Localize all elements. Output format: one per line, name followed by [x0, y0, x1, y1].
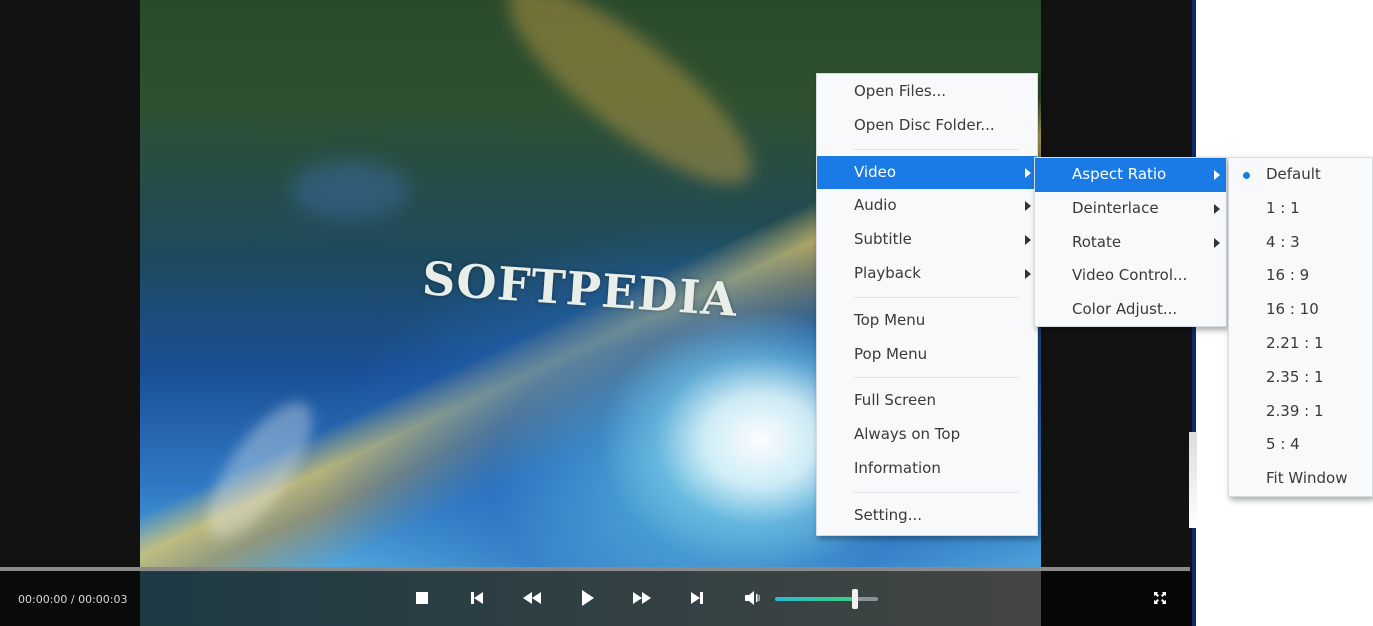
menu-item-label: Video — [854, 162, 897, 181]
menu-item-label: Open Files... — [854, 82, 947, 100]
menu-item-label: Aspect Ratio — [1072, 165, 1167, 183]
menu-item-label: Open Disc Folder... — [854, 115, 995, 134]
submenu-arrow-icon — [1025, 201, 1031, 212]
menu-item-label: Color Adjust... — [1072, 300, 1178, 319]
stop-button[interactable] — [411, 587, 433, 609]
volume-slider-thumb[interactable] — [852, 589, 859, 609]
fast-forward-button[interactable] — [631, 587, 653, 609]
menu-item-aspect-2-35-1[interactable]: 2.35 : 1 — [1229, 361, 1372, 395]
menu-item-label: Fit Window — [1266, 469, 1348, 488]
fullscreen-button[interactable] — [1149, 587, 1171, 609]
control-bar: 00:00:00 / 00:00:03 — [0, 571, 1192, 626]
menu-item-aspect-16-9[interactable]: 16 : 9 — [1229, 259, 1372, 293]
menu-item-label: 1 : 1 — [1266, 198, 1300, 217]
menu-item-rotate[interactable]: Rotate — [1035, 226, 1226, 260]
menu-item-video[interactable]: Video — [817, 155, 1037, 190]
menu-item-aspect-2-39-1[interactable]: 2.39 : 1 — [1229, 395, 1372, 429]
video-submenu: Aspect Ratio Deinterlace Rotate Video Co… — [1034, 157, 1227, 327]
selected-radio-icon — [1243, 172, 1250, 179]
time-display: 00:00:00 / 00:00:03 — [18, 593, 128, 606]
menu-separator — [854, 148, 1019, 150]
video-frame-highlight — [484, 0, 776, 213]
rewind-icon — [523, 592, 541, 604]
menu-item-video-control[interactable]: Video Control... — [1035, 259, 1226, 293]
menu-item-label: 4 : 3 — [1266, 232, 1300, 251]
menu-item-open-files[interactable]: Open Files... — [817, 75, 1037, 109]
menu-item-open-disc-folder[interactable]: Open Disc Folder... — [817, 109, 1037, 143]
menu-item-aspect-default[interactable]: Default — [1229, 158, 1372, 192]
menu-item-label: 5 : 4 — [1266, 435, 1300, 454]
menu-item-label: Audio — [854, 196, 897, 215]
next-button[interactable] — [686, 587, 708, 609]
submenu-arrow-icon — [1025, 268, 1031, 279]
menu-item-pop-menu[interactable]: Pop Menu — [817, 338, 1037, 372]
previous-button[interactable] — [466, 587, 488, 609]
menu-item-label: 2.39 : 1 — [1266, 401, 1324, 420]
menu-item-label: 16 : 9 — [1266, 266, 1310, 285]
menu-item-label: Full Screen — [854, 391, 936, 410]
menu-item-label: Always on Top — [854, 425, 961, 444]
menu-item-always-on-top[interactable]: Always on Top — [817, 418, 1037, 452]
menu-item-aspect-1-1[interactable]: 1 : 1 — [1229, 192, 1372, 226]
fullscreen-icon — [1154, 592, 1166, 604]
context-menu: Open Files... Open Disc Folder... Video … — [816, 73, 1038, 536]
skip-previous-icon — [471, 592, 483, 604]
menu-item-aspect-4-3[interactable]: 4 : 3 — [1229, 226, 1372, 260]
menu-item-label: Deinterlace — [1072, 198, 1159, 217]
menu-item-aspect-16-10[interactable]: 16 : 10 — [1229, 293, 1372, 327]
menu-item-label: Rotate — [1072, 232, 1122, 251]
background-window-edge — [1189, 432, 1197, 528]
menu-item-label: 2.35 : 1 — [1266, 367, 1324, 386]
menu-item-setting[interactable]: Setting... — [817, 499, 1037, 533]
rewind-button[interactable] — [521, 587, 543, 609]
menu-item-label: Subtitle — [854, 230, 912, 249]
menu-item-label: 2.21 : 1 — [1266, 333, 1324, 352]
submenu-arrow-icon — [1025, 235, 1031, 246]
menu-item-playback[interactable]: Playback — [817, 257, 1037, 291]
skip-next-icon — [691, 592, 703, 604]
menu-item-label: Information — [854, 458, 941, 477]
submenu-arrow-icon — [1214, 237, 1220, 248]
submenu-arrow-icon — [1214, 203, 1220, 214]
menu-item-aspect-ratio[interactable]: Aspect Ratio — [1035, 158, 1226, 192]
menu-item-label: 16 : 10 — [1266, 300, 1319, 319]
play-icon — [582, 590, 594, 606]
menu-item-label: Video Control... — [1072, 266, 1188, 285]
menu-item-aspect-5-4[interactable]: 5 : 4 — [1229, 428, 1372, 462]
menu-item-label: Playback — [854, 263, 921, 282]
aspect-ratio-submenu: Default 1 : 1 4 : 3 16 : 9 16 : 10 2.21 … — [1228, 157, 1373, 497]
volume-level — [775, 597, 856, 601]
volume-slider[interactable] — [775, 589, 878, 609]
volume-icon — [745, 591, 760, 605]
fast-forward-icon — [633, 592, 651, 604]
menu-item-information[interactable]: Information — [817, 452, 1037, 486]
play-button[interactable] — [576, 587, 598, 609]
submenu-arrow-icon — [1025, 167, 1031, 178]
submenu-arrow-icon — [1214, 170, 1220, 180]
menu-item-label: Pop Menu — [854, 344, 928, 363]
menu-item-aspect-2-21-1[interactable]: 2.21 : 1 — [1229, 327, 1372, 361]
menu-item-aspect-fit-window[interactable]: Fit Window — [1229, 462, 1372, 496]
video-watermark-text: SOFTPEDIA — [420, 251, 740, 327]
volume-button[interactable] — [741, 587, 763, 609]
menu-item-label: Top Menu — [854, 310, 926, 329]
stop-icon — [416, 592, 428, 604]
menu-item-top-menu[interactable]: Top Menu — [817, 304, 1037, 338]
menu-item-color-adjust[interactable]: Color Adjust... — [1035, 293, 1226, 327]
menu-item-deinterlace[interactable]: Deinterlace — [1035, 192, 1226, 226]
menu-separator — [854, 377, 1019, 379]
menu-item-label: Default — [1266, 165, 1321, 183]
video-frame-highlight — [189, 387, 331, 553]
menu-separator — [854, 296, 1019, 298]
menu-item-full-screen[interactable]: Full Screen — [817, 384, 1037, 418]
menu-item-subtitle[interactable]: Subtitle — [817, 223, 1037, 257]
menu-separator — [854, 491, 1019, 493]
menu-item-audio[interactable]: Audio — [817, 189, 1037, 223]
menu-item-label: Setting... — [854, 505, 923, 524]
video-frame-highlight — [290, 160, 410, 220]
